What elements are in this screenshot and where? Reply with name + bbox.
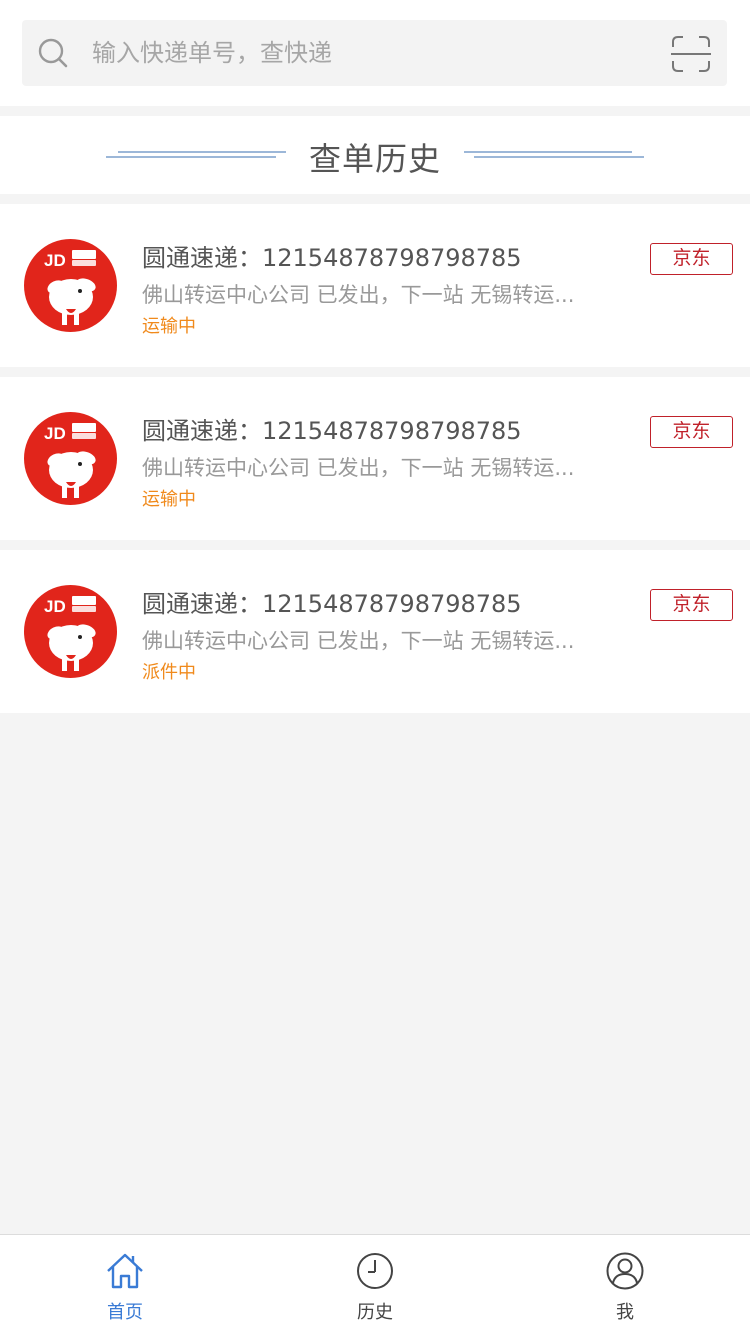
search-bar[interactable] [22, 20, 727, 86]
jd-logo-icon: JD [24, 239, 117, 332]
history-card[interactable]: JD 圆通速递：12154878798798785 佛山转运中心公司 已发出，下… [0, 550, 750, 713]
card-title: 圆通速递：12154878798798785 [142, 590, 522, 618]
card-tag: 京东 [650, 589, 733, 621]
svg-text:JD: JD [44, 597, 66, 616]
history-card[interactable]: JD 圆通速递：12154878798798785 佛山转运中心公司 已发出，下… [0, 377, 750, 540]
card-description: 佛山转运中心公司 已发出，下一站 无锡转运... [142, 629, 575, 653]
search-icon[interactable] [36, 36, 70, 70]
tab-me[interactable]: 我 [500, 1235, 750, 1333]
card-status: 运输中 [142, 316, 196, 337]
title-decoration-right [464, 151, 644, 158]
card-description: 佛山转运中心公司 已发出，下一站 无锡转运... [142, 456, 575, 480]
user-icon [606, 1252, 644, 1290]
home-icon [107, 1253, 143, 1289]
scan-icon[interactable] [671, 35, 711, 73]
card-status: 运输中 [142, 489, 196, 510]
card-title: 圆通速递：12154878798798785 [142, 417, 522, 445]
svg-text:JD: JD [44, 424, 66, 443]
card-description: 佛山转运中心公司 已发出，下一站 无锡转运... [142, 283, 575, 307]
search-input[interactable] [92, 31, 652, 75]
card-title: 圆通速递：12154878798798785 [142, 244, 522, 272]
card-tag: 京东 [650, 416, 733, 448]
tab-label: 首页 [107, 1302, 143, 1323]
jd-logo-icon: JD [24, 412, 117, 505]
svg-text:JD: JD [44, 251, 66, 270]
tab-home[interactable]: 首页 [0, 1235, 250, 1333]
tab-label: 我 [616, 1302, 634, 1323]
history-section-header: 查单历史 [0, 116, 750, 194]
jd-logo-icon: JD [24, 585, 117, 678]
search-header [0, 0, 750, 106]
card-tag: 京东 [650, 243, 733, 275]
tab-history[interactable]: 历史 [250, 1235, 500, 1333]
card-status: 派件中 [142, 662, 196, 683]
tab-label: 历史 [357, 1302, 393, 1323]
history-card[interactable]: JD 圆通速递：12154878798798785 佛山转运中心公司 已发出，下… [0, 204, 750, 367]
clock-icon [357, 1253, 393, 1289]
bottom-tab-bar: 首页 历史 我 [0, 1234, 750, 1333]
